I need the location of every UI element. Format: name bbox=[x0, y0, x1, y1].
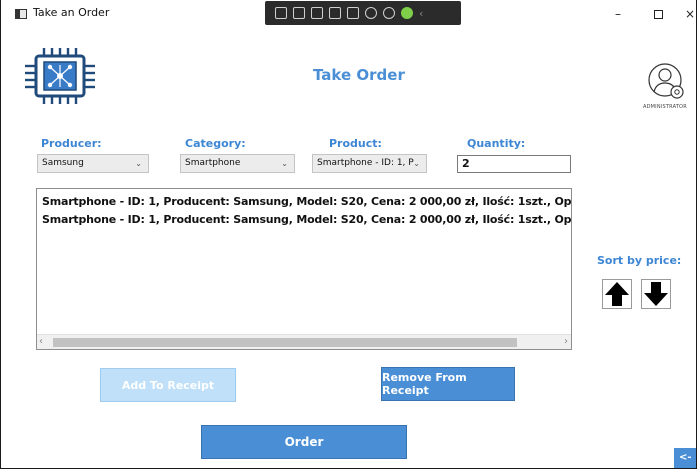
producer-dropdown[interactable]: Samsung ⌄ bbox=[37, 154, 149, 173]
category-dropdown-value: Smartphone bbox=[185, 158, 241, 168]
category-dropdown[interactable]: Smartphone ⌄ bbox=[180, 154, 295, 173]
select-element-icon[interactable] bbox=[293, 7, 305, 19]
arrow-down-icon bbox=[644, 282, 668, 306]
horizontal-scrollbar[interactable]: ‹ › bbox=[37, 334, 571, 349]
page-title: Take Order bbox=[313, 66, 405, 84]
chevron-down-icon: ⌄ bbox=[281, 159, 288, 168]
order-button[interactable]: Order bbox=[201, 425, 407, 459]
take-order-window: Take an Order ‹ – × Take Order ADMINISTR… bbox=[0, 0, 697, 469]
maximize-icon bbox=[653, 9, 663, 19]
remove-from-receipt-button[interactable]: Remove From Receipt bbox=[381, 367, 515, 401]
collapse-chevron-icon[interactable]: ‹ bbox=[419, 7, 423, 20]
layout-adorner-icon[interactable] bbox=[347, 7, 359, 19]
sort-ascending-button[interactable] bbox=[602, 279, 632, 309]
quantity-input[interactable]: 2 bbox=[457, 155, 571, 173]
order-items-list[interactable]: Smartphone - ID: 1, Producent: Samsung, … bbox=[36, 188, 572, 350]
window-title: Take an Order bbox=[33, 6, 110, 19]
scroll-left-icon[interactable]: ‹ bbox=[39, 336, 43, 347]
close-button[interactable]: × bbox=[667, 2, 696, 26]
producer-label: Producer: bbox=[41, 137, 102, 150]
back-button[interactable]: <- bbox=[674, 448, 696, 468]
live-visual-tree-icon[interactable] bbox=[275, 7, 287, 19]
category-label: Category: bbox=[185, 137, 246, 150]
scroll-right-icon[interactable]: › bbox=[564, 336, 568, 347]
app-window-icon bbox=[15, 9, 27, 19]
status-ok-icon bbox=[401, 7, 413, 19]
hot-reload-icon[interactable] bbox=[365, 7, 377, 19]
display-adorners-icon[interactable] bbox=[311, 7, 323, 19]
chip-icon bbox=[25, 48, 95, 104]
product-dropdown[interactable]: Smartphone - ID: 1, P ⌄ bbox=[312, 154, 427, 173]
chevron-down-icon: ⌄ bbox=[413, 159, 420, 168]
product-label: Product: bbox=[329, 137, 382, 150]
debug-toolbar: ‹ bbox=[265, 1, 461, 25]
producer-dropdown-value: Samsung bbox=[42, 158, 84, 168]
admin-user-gear-icon bbox=[648, 63, 684, 99]
add-to-receipt-button[interactable]: Add To Receipt bbox=[100, 368, 236, 402]
chevron-down-icon: ⌄ bbox=[135, 159, 142, 168]
quantity-label: Quantity: bbox=[467, 137, 526, 150]
sort-by-price-label: Sort by price: bbox=[597, 254, 682, 267]
title-bar: Take an Order ‹ – × bbox=[1, 0, 696, 28]
list-item[interactable]: Smartphone - ID: 1, Producent: Samsung, … bbox=[42, 195, 571, 208]
product-dropdown-value: Smartphone - ID: 1, P bbox=[317, 158, 414, 168]
arrow-up-icon bbox=[605, 282, 629, 306]
list-item[interactable]: Smartphone - ID: 1, Producent: Samsung, … bbox=[42, 213, 571, 226]
track-focus-icon[interactable] bbox=[329, 7, 341, 19]
sort-descending-button[interactable] bbox=[641, 279, 671, 309]
scrollbar-thumb[interactable] bbox=[53, 338, 517, 347]
admin-role-label: ADMINISTRATOR bbox=[643, 104, 687, 110]
accessibility-icon[interactable] bbox=[383, 7, 395, 19]
